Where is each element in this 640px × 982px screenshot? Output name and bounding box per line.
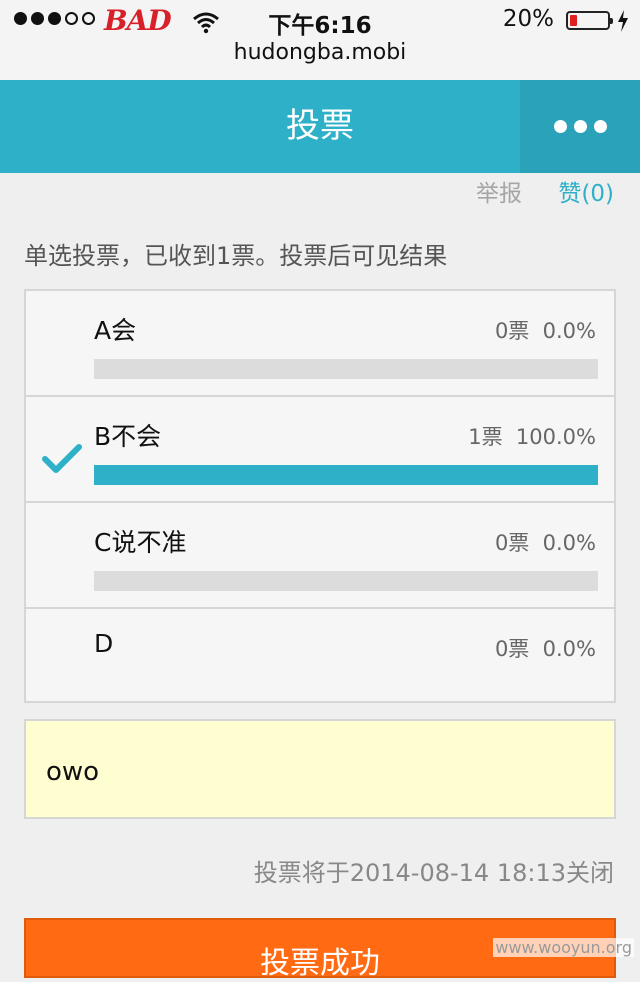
poll-closing-notice: 投票将于2014-08-14 18:13关闭	[253, 859, 614, 887]
option-vote-stat: 0票 0.0%	[494, 637, 596, 661]
option-vote-stat: 0票 0.0%	[494, 319, 596, 343]
option-vote-stat: 1票 100.0%	[468, 425, 596, 449]
status-bar: BAD 下午6:16 20% hudongba.mobi	[0, 0, 640, 80]
charging-bolt-icon	[618, 10, 628, 32]
battery-icon	[566, 11, 613, 30]
option-label: C说不准	[94, 528, 187, 557]
option-progress-bar	[94, 465, 598, 485]
poll-option-b[interactable]: B不会 1票 100.0%	[26, 397, 614, 503]
report-link[interactable]: 举报	[476, 174, 522, 208]
like-button[interactable]: 赞(0)	[558, 174, 614, 208]
option-label: B不会	[94, 422, 162, 451]
poll-options-list: A会 0票 0.0% B不会 1票 100.0% C说不准 0票 0.0% D …	[24, 289, 616, 703]
option-progress-bar	[94, 359, 598, 379]
poll-option-d[interactable]: D 0票 0.0%	[26, 609, 614, 701]
checkmark-icon	[42, 444, 82, 473]
battery-percentage: 20%	[502, 6, 554, 32]
app-header: 投票	[0, 80, 640, 173]
comment-box: owo	[24, 719, 616, 819]
option-label: A会	[94, 316, 137, 345]
option-label: D	[94, 629, 114, 658]
poll-option-c[interactable]: C说不准 0票 0.0%	[26, 503, 614, 609]
option-progress-bar	[94, 571, 598, 591]
more-menu-button[interactable]	[520, 80, 640, 173]
comment-text: owo	[46, 757, 100, 787]
poll-description: 单选投票，已收到1票。投票后可见结果	[24, 242, 448, 270]
poll-option-a[interactable]: A会 0票 0.0%	[26, 291, 614, 397]
address-bar-url[interactable]: hudongba.mobi	[0, 40, 640, 65]
watermark: www.wooyun.org	[493, 938, 634, 957]
option-vote-stat: 0票 0.0%	[494, 531, 596, 555]
ellipsis-icon	[553, 120, 567, 133]
